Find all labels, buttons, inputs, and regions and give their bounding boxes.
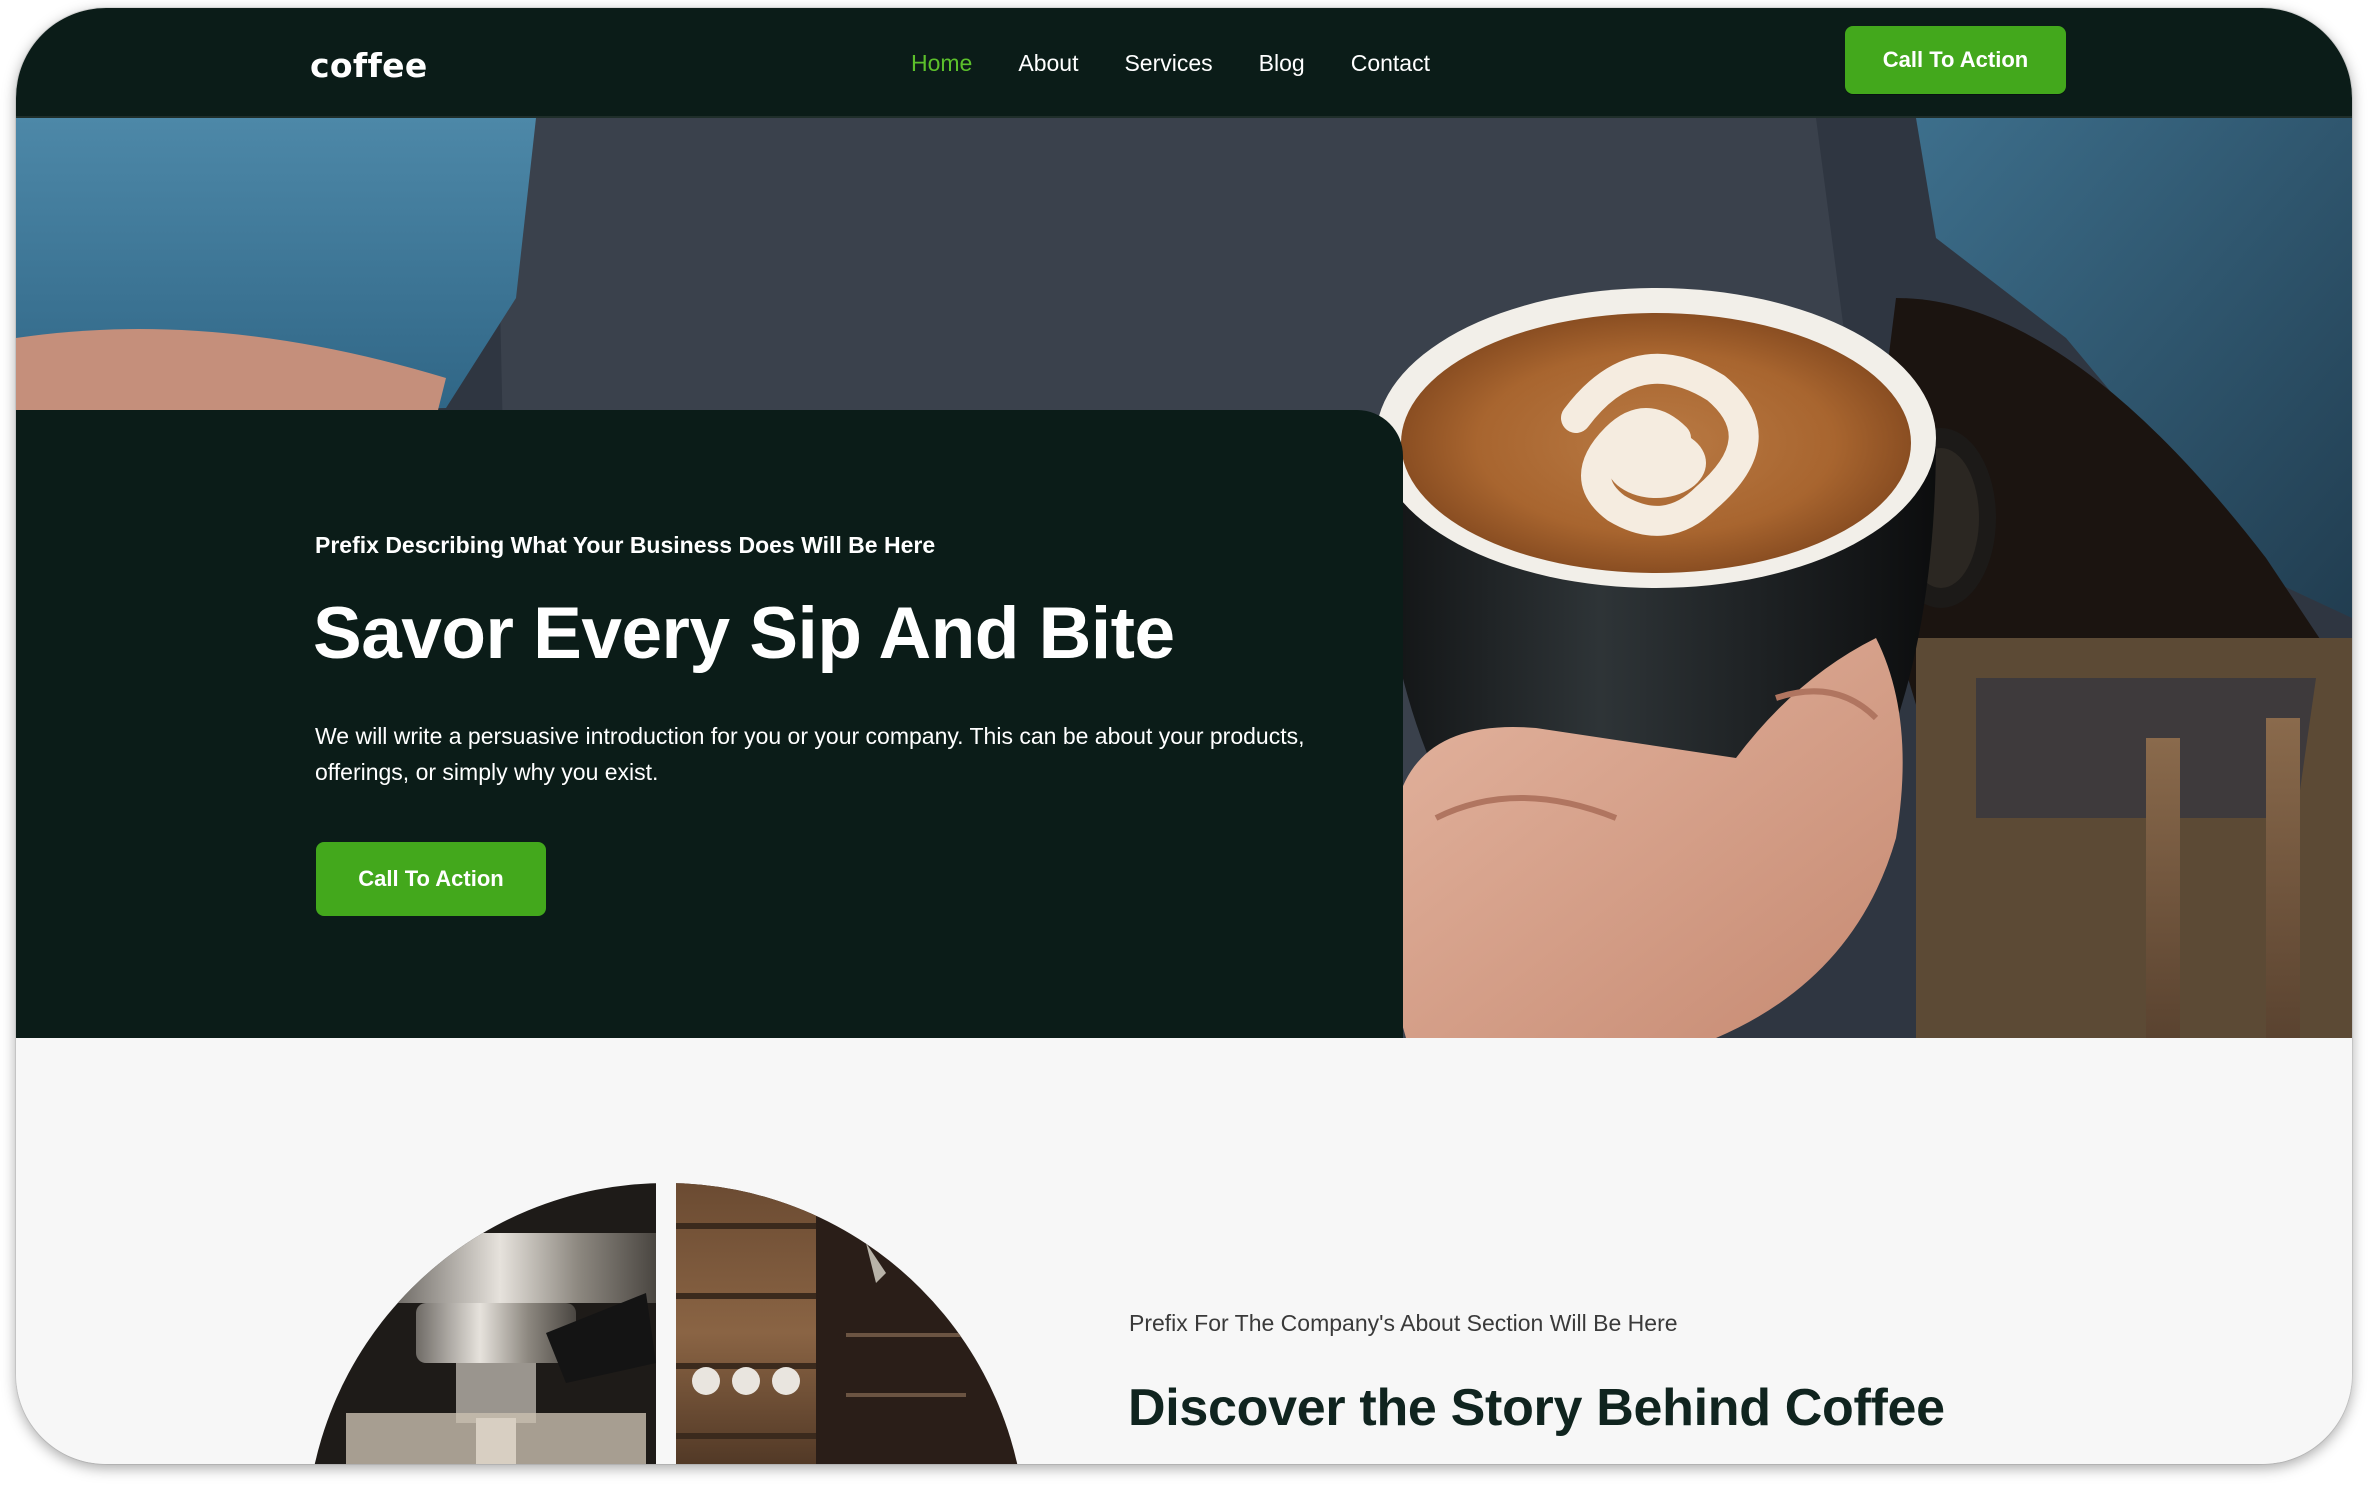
navbar: coffee Home About Services Blog Contact … [16,8,2352,118]
cafe-shelves-photo [676,1183,1026,1464]
about-image-circle [306,1183,1026,1464]
hero-intro: We will write a persuasive introduction … [315,723,1305,785]
site-logo[interactable]: coffee [310,46,428,85]
hero-title: Savor Every Sip And Bite [313,593,1175,674]
espresso-machine-photo [306,1183,656,1464]
nav-link-about[interactable]: About [1018,50,1078,77]
about-section: Prefix For The Company's About Section W… [16,1038,2352,1464]
nav-link-blog[interactable]: Blog [1259,50,1305,77]
hero-prefix: Prefix Describing What Your Business Doe… [315,532,936,558]
nav-link-services[interactable]: Services [1124,50,1212,77]
browser-frame: coffee Home About Services Blog Contact … [16,8,2352,1464]
about-prefix: Prefix For The Company's About Section W… [1129,1310,1678,1336]
nav-links: Home About Services Blog Contact [911,50,1476,77]
hero-cta-button[interactable]: Call To Action [316,842,546,916]
nav-cta-button[interactable]: Call To Action [1845,26,2066,94]
hero-panel: Prefix Describing What Your Business Doe… [16,410,1403,1038]
nav-link-contact[interactable]: Contact [1351,50,1430,77]
about-title: Discover the Story Behind Coffee [1128,1379,1945,1437]
nav-link-home[interactable]: Home [911,50,972,77]
